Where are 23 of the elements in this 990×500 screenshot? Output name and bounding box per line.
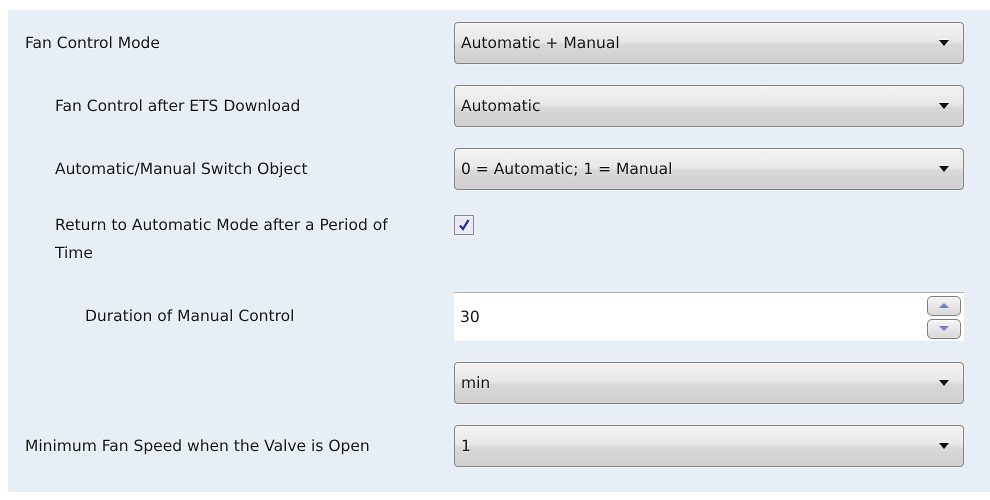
- dropdown[interactable]: Automatic + Manual: [454, 22, 964, 64]
- caret-icon: [939, 380, 949, 386]
- caret-icon: [939, 40, 949, 46]
- dropdown[interactable]: 0 = Automatic; 1 = Manual: [454, 148, 964, 190]
- up-arrow-icon: [939, 303, 949, 308]
- number-field[interactable]: 30: [454, 292, 964, 341]
- parameter-label: Minimum Fan Speed when the Valve is Open: [25, 436, 370, 457]
- caret-icon: [939, 166, 949, 172]
- caret-icon: [939, 103, 949, 109]
- dropdown[interactable]: Automatic: [454, 85, 964, 127]
- caret-icon: [939, 443, 949, 449]
- parameter-label: Fan Control after ETS Download: [55, 96, 300, 117]
- parameter-label: Return to Automatic Mode after a Period of Time: [55, 215, 389, 264]
- parameter-label: Fan Control Mode: [25, 33, 160, 54]
- parameter-label: Automatic/Manual Switch Object: [55, 159, 308, 180]
- checkbox[interactable]: [454, 215, 474, 235]
- dropdown[interactable]: min: [454, 362, 964, 404]
- parameter-label: Duration of Manual Control: [85, 306, 294, 327]
- dropdown[interactable]: 1: [454, 425, 964, 467]
- decrement-button[interactable]: [927, 318, 961, 338]
- checkmark-icon: [457, 218, 471, 232]
- increment-button[interactable]: [927, 296, 961, 316]
- down-arrow-icon: [939, 326, 949, 331]
